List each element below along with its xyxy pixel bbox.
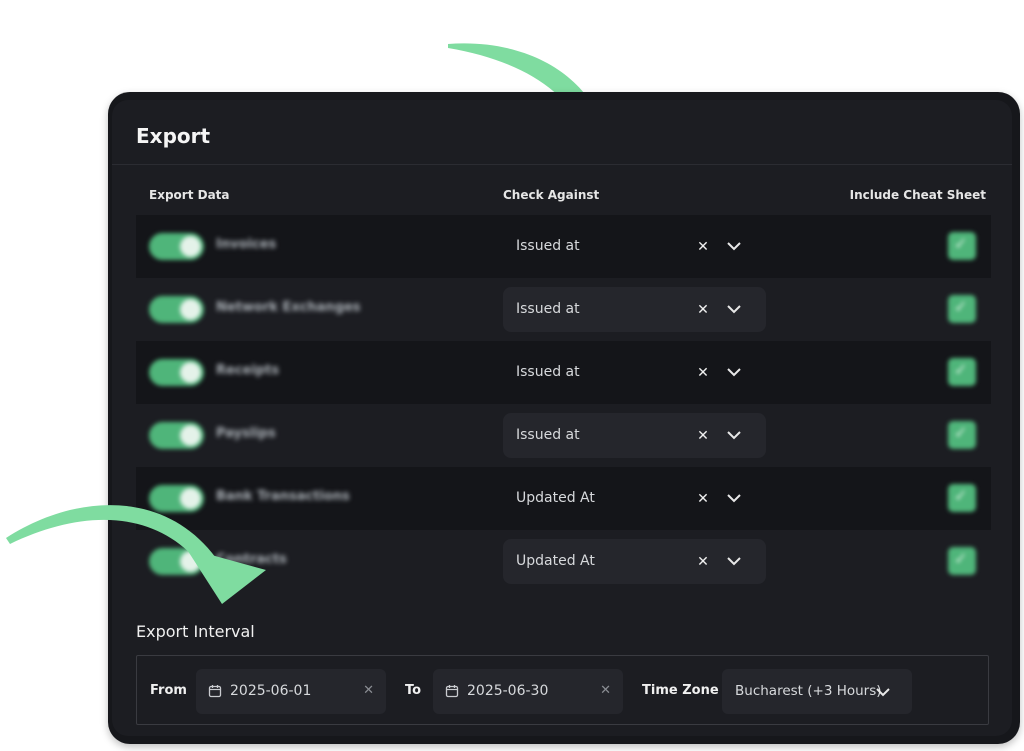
chevron-down-icon[interactable]	[725, 301, 743, 317]
export-interval-box: From 2025-06-01 ✕ To 2025-06-30 ✕ Time Z…	[136, 655, 989, 725]
checkmark-icon: ✓	[954, 549, 968, 568]
close-icon[interactable]: ✕	[695, 554, 711, 570]
check-against-value: Issued at	[516, 238, 580, 254]
checkmark-icon: ✓	[954, 486, 968, 505]
export-row-label: Invoices	[216, 237, 277, 252]
check-against-select[interactable]: Issued at ✕	[503, 350, 766, 395]
cheat-sheet-checkbox[interactable]: ✓	[948, 421, 976, 449]
column-header-check-against: Check Against	[503, 188, 600, 202]
toggle-knob	[180, 299, 201, 320]
calendar-icon	[445, 685, 459, 698]
calendar-icon	[208, 685, 222, 698]
chevron-down-icon[interactable]	[725, 364, 743, 380]
checkmark-icon: ✓	[954, 360, 968, 379]
export-row: Network Exchanges Issued at ✕ ✓	[136, 278, 991, 341]
export-toggle[interactable]	[149, 422, 204, 449]
export-toggle[interactable]	[149, 359, 204, 386]
close-icon[interactable]: ✕	[695, 239, 711, 255]
check-against-select[interactable]: Issued at ✕	[503, 287, 766, 332]
timezone-value: Bucharest (+3 Hours)	[735, 683, 882, 699]
from-date-field[interactable]: 2025-06-01 ✕	[196, 669, 386, 714]
export-panel: Export Export Data Check Against Include…	[108, 92, 1020, 744]
chevron-down-icon[interactable]	[725, 490, 743, 506]
toggle-knob	[180, 236, 201, 257]
toggle-knob	[180, 362, 201, 383]
cheat-sheet-checkbox[interactable]: ✓	[948, 295, 976, 323]
close-icon[interactable]: ✕	[363, 683, 374, 698]
cheat-sheet-checkbox[interactable]: ✓	[948, 484, 976, 512]
chevron-down-icon[interactable]	[725, 553, 743, 569]
annotation-arrow-bottom	[6, 505, 266, 604]
export-row-label: Receipts	[216, 363, 280, 378]
from-label: From	[150, 683, 187, 698]
close-icon[interactable]: ✕	[695, 428, 711, 444]
export-interval-title: Export Interval	[136, 622, 255, 641]
check-against-value: Issued at	[516, 427, 580, 443]
check-against-select[interactable]: Issued at ✕	[503, 413, 766, 458]
from-date-value: 2025-06-01	[230, 683, 312, 699]
cheat-sheet-checkbox[interactable]: ✓	[948, 232, 976, 260]
export-toggle[interactable]	[149, 296, 204, 323]
export-row: Payslips Issued at ✕ ✓	[136, 404, 991, 467]
check-against-select[interactable]: Updated At ✕	[503, 539, 766, 584]
title-divider	[112, 164, 1012, 165]
column-header-include-cheat-sheet: Include Cheat Sheet	[849, 188, 986, 202]
cheat-sheet-checkbox[interactable]: ✓	[948, 547, 976, 575]
timezone-label: Time Zone	[642, 683, 719, 698]
checkmark-icon: ✓	[954, 297, 968, 316]
check-against-value: Updated At	[516, 490, 595, 506]
export-row: Receipts Issued at ✕ ✓	[136, 341, 991, 404]
export-row: Invoices Issued at ✕ ✓	[136, 215, 991, 278]
check-against-value: Issued at	[516, 364, 580, 380]
close-icon[interactable]: ✕	[600, 683, 611, 698]
check-against-value: Updated At	[516, 553, 595, 569]
to-date-field[interactable]: 2025-06-30 ✕	[433, 669, 623, 714]
close-icon[interactable]: ✕	[695, 302, 711, 318]
chevron-down-icon[interactable]	[725, 238, 743, 254]
checkmark-icon: ✓	[954, 234, 968, 253]
to-date-value: 2025-06-30	[467, 683, 549, 699]
cheat-sheet-checkbox[interactable]: ✓	[948, 358, 976, 386]
toggle-knob	[180, 425, 201, 446]
close-icon[interactable]: ✕	[695, 491, 711, 507]
timezone-select[interactable]: Bucharest (+3 Hours)	[722, 669, 912, 714]
check-against-select[interactable]: Issued at ✕	[503, 224, 766, 269]
export-row-label: Payslips	[216, 426, 276, 441]
check-against-select[interactable]: Updated At ✕	[503, 476, 766, 521]
close-icon[interactable]: ✕	[695, 365, 711, 381]
page-title: Export	[136, 124, 211, 148]
export-panel-inner: Export Export Data Check Against Include…	[112, 100, 1012, 736]
export-toggle[interactable]	[149, 233, 204, 260]
check-against-value: Issued at	[516, 301, 580, 317]
export-row-label: Network Exchanges	[216, 300, 361, 315]
checkmark-icon: ✓	[954, 423, 968, 442]
column-header-export-data: Export Data	[149, 188, 230, 202]
chevron-down-icon[interactable]	[874, 684, 892, 700]
to-label: To	[405, 683, 422, 698]
chevron-down-icon[interactable]	[725, 427, 743, 443]
